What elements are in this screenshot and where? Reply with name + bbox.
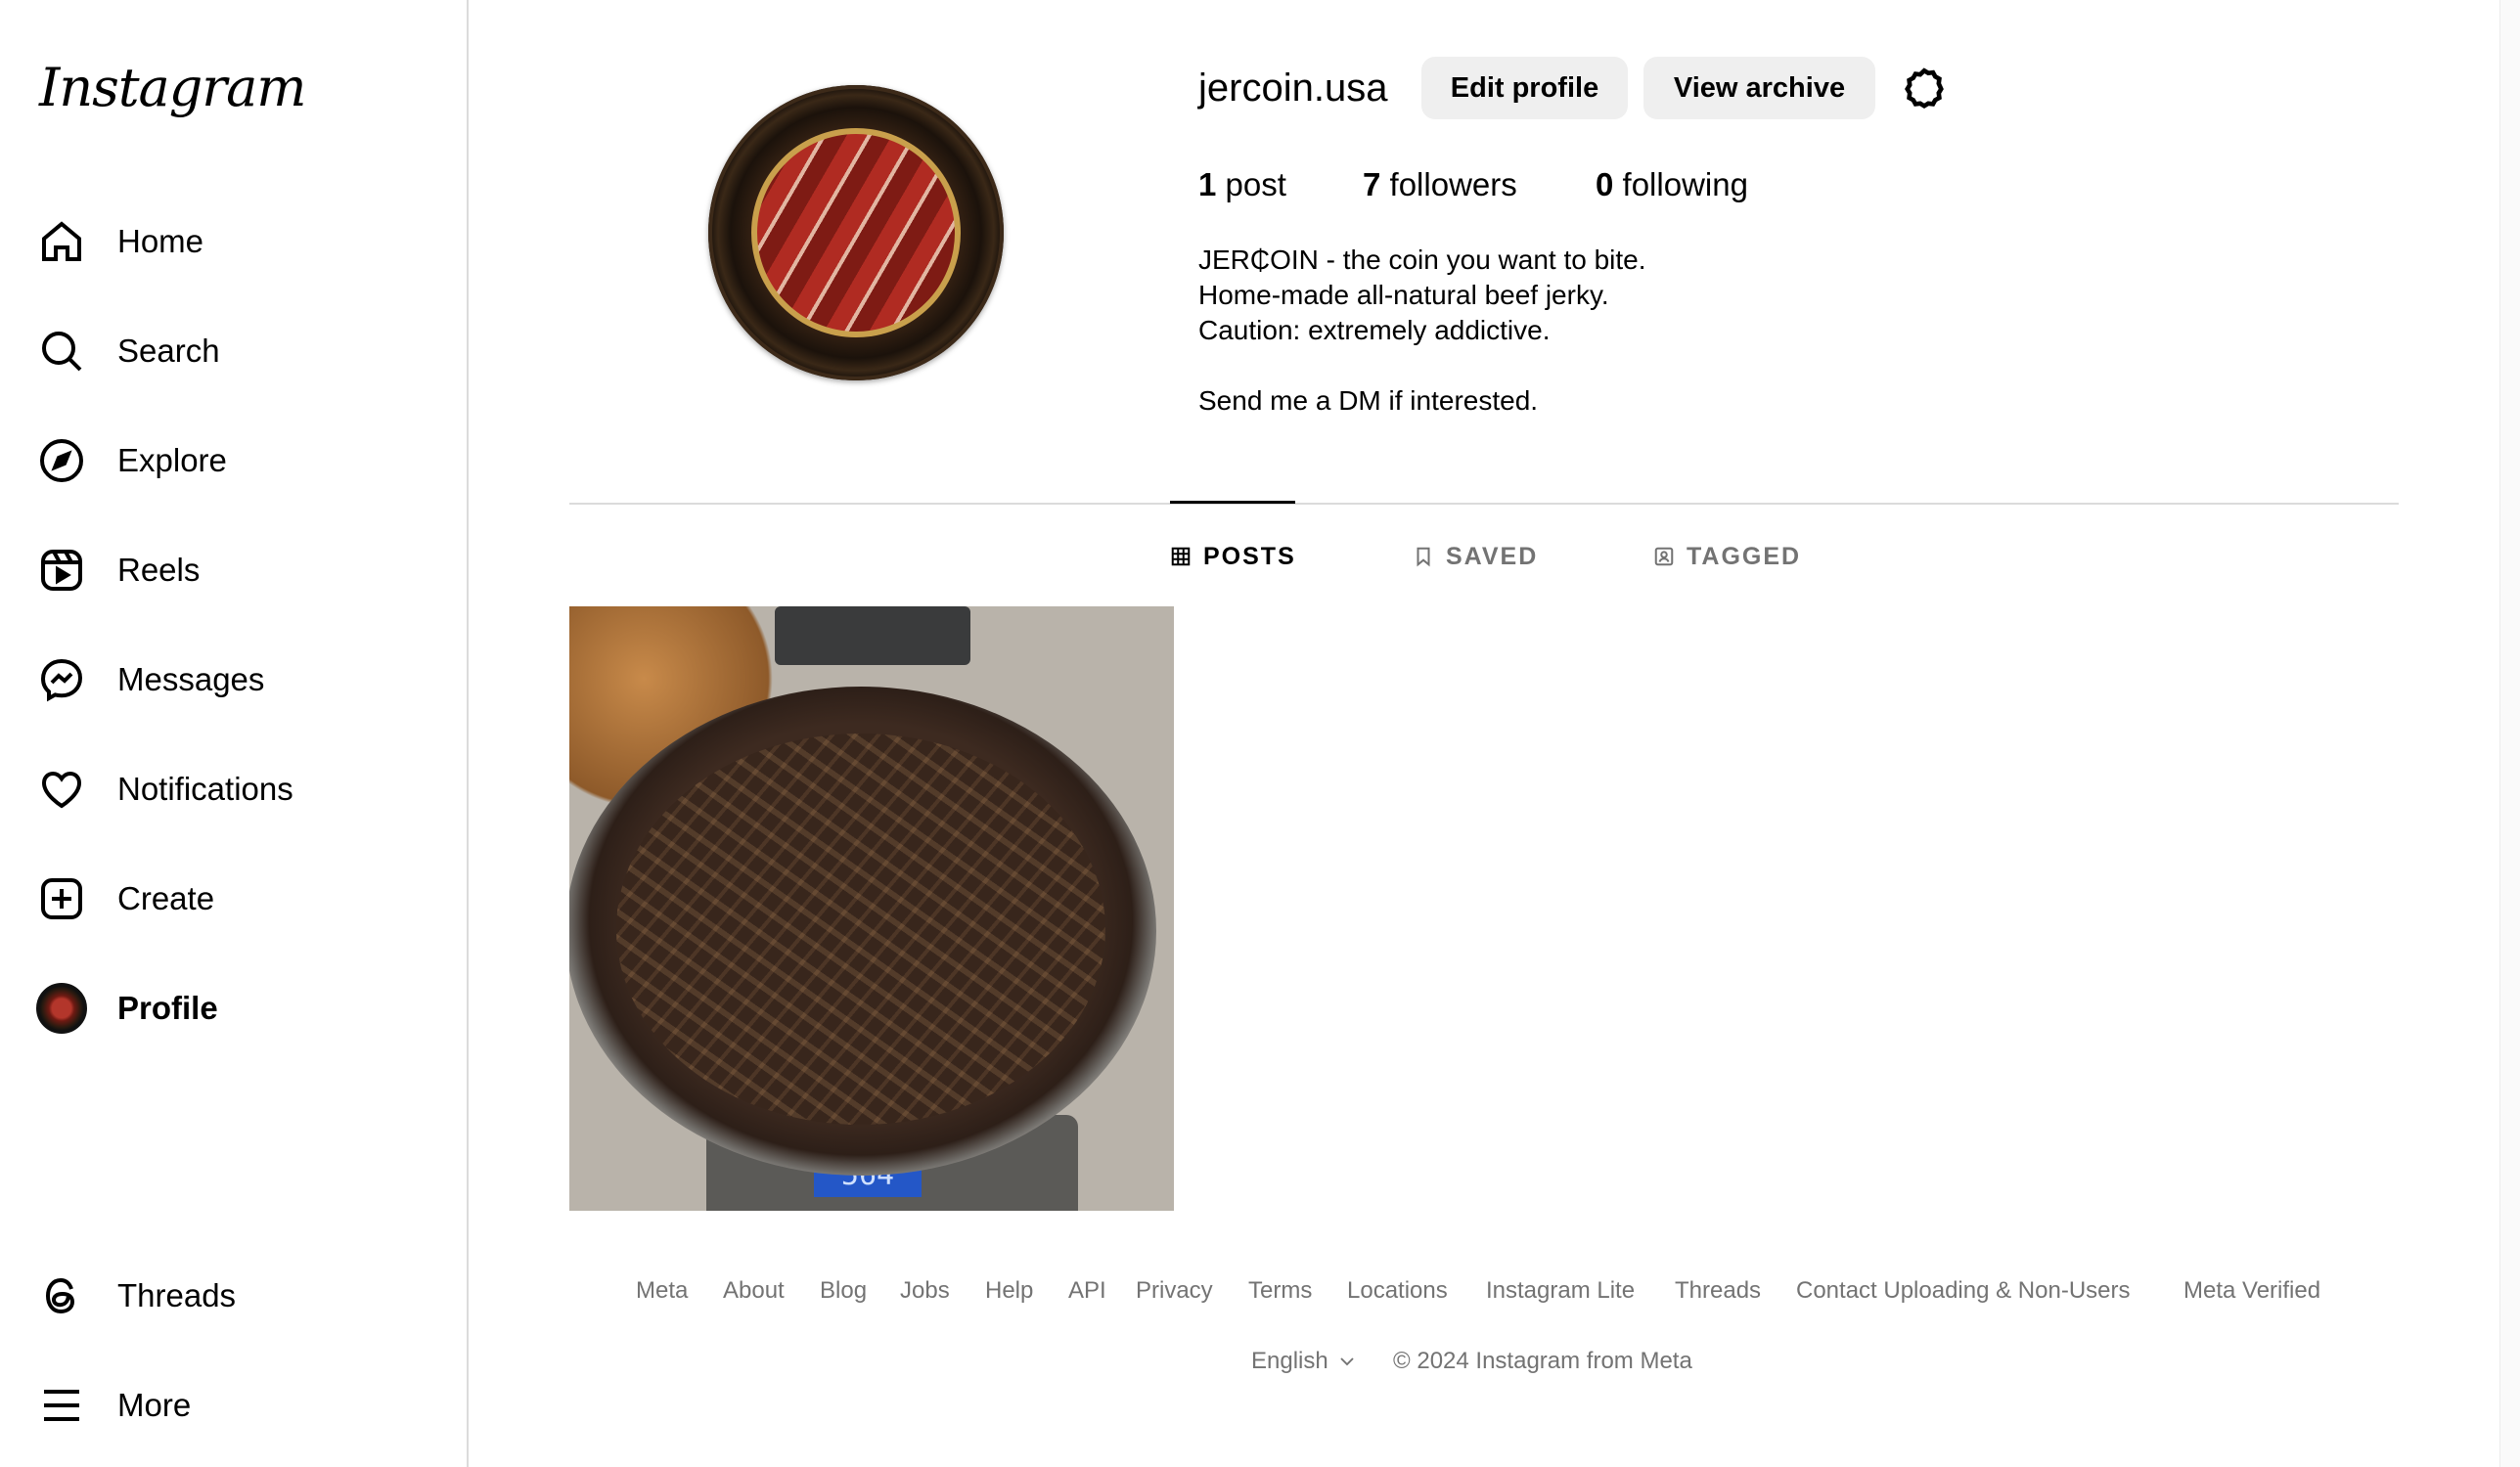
heart-icon — [35, 763, 88, 816]
posts-count-value: 1 — [1198, 166, 1217, 202]
bio-line: Send me a DM if interested. — [1198, 385, 1539, 416]
bio-line: Caution: extremely addictive. — [1198, 315, 1551, 345]
footer-links: Meta About Blog Jobs Help API Privacy Te… — [0, 1277, 2520, 1307]
tabs-divider — [569, 503, 2399, 505]
tab-label: TAGGED — [1687, 542, 1802, 570]
footer-link[interactable]: Privacy — [1136, 1277, 1213, 1305]
home-icon — [35, 215, 88, 268]
followers-count-label: followers — [1389, 166, 1517, 202]
plus-square-icon — [35, 872, 88, 925]
footer-link[interactable]: Meta Verified — [2183, 1277, 2320, 1305]
tab-label: SAVED — [1446, 542, 1539, 570]
profile-username: jercoin.usa — [1198, 67, 1388, 110]
sidebar-item-label: More — [117, 1387, 192, 1423]
menu-icon — [35, 1379, 88, 1432]
compass-icon — [35, 434, 88, 487]
sidebar-item-label: Explore — [117, 442, 227, 478]
followers-count-value: 7 — [1363, 166, 1381, 202]
footer-link[interactable]: Jobs — [900, 1277, 950, 1305]
footer-link[interactable]: Threads — [1675, 1277, 1761, 1305]
tab-label: POSTS — [1203, 542, 1296, 570]
tagged-icon — [1654, 547, 1674, 566]
sidebar-item-label: Profile — [117, 990, 218, 1026]
sidebar-item-explore[interactable]: Explore — [35, 422, 446, 500]
post-thumbnail[interactable]: 564 — [569, 606, 1174, 1211]
bio-line: Home-made all-natural beef jerky. — [1198, 280, 1609, 310]
sidebar-item-label: Create — [117, 880, 215, 916]
sidebar-item-label: Search — [117, 333, 220, 369]
bookmark-icon — [1417, 547, 1430, 567]
footer-link[interactable]: About — [723, 1277, 785, 1305]
tab-posts[interactable]: POSTS — [1170, 540, 1296, 573]
instagram-logo[interactable]: Instagram — [39, 57, 306, 118]
grid-icon — [1171, 547, 1191, 566]
edit-profile-button[interactable]: Edit profile — [1421, 57, 1628, 119]
profile-avatar-image — [757, 134, 955, 332]
sidebar-item-notifications[interactable]: Notifications — [35, 750, 446, 828]
sidebar-item-label: Messages — [117, 661, 265, 697]
gear-icon[interactable] — [1900, 65, 1949, 113]
posts-count: 1 post — [1198, 166, 1286, 203]
profile-bio: JER₵OIN - the coin you want to bite. Hom… — [1198, 243, 1646, 419]
posts-count-label: post — [1225, 166, 1286, 202]
reels-icon — [35, 544, 88, 597]
followers-count[interactable]: 7 followers — [1363, 166, 1517, 203]
sidebar-item-label: Home — [117, 223, 204, 259]
footer-link[interactable]: Meta — [636, 1277, 688, 1305]
footer-link[interactable]: API — [1068, 1277, 1106, 1305]
avatar-wrapper — [35, 982, 88, 1035]
profile-avatar[interactable] — [708, 85, 1004, 380]
sidebar-item-reels[interactable]: Reels — [35, 531, 446, 609]
view-archive-button[interactable]: View archive — [1643, 57, 1875, 119]
sidebar-item-search[interactable]: Search — [35, 312, 446, 390]
footer-link[interactable]: Help — [985, 1277, 1033, 1305]
following-count[interactable]: 0 following — [1596, 166, 1748, 203]
copyright: © 2024 Instagram from Meta — [1393, 1348, 1692, 1374]
scrollbar[interactable] — [2499, 0, 2520, 1467]
language-select[interactable]: English — [1251, 1348, 1356, 1375]
tab-tagged[interactable]: TAGGED — [1653, 540, 1801, 573]
sidebar-item-messages[interactable]: Messages — [35, 641, 446, 719]
bio-line — [1198, 348, 1646, 383]
sidebar: Instagram Home Search Explore Reels Mess… — [0, 0, 469, 1467]
sidebar-item-label: Notifications — [117, 771, 293, 807]
messenger-icon — [35, 653, 88, 706]
bio-line: JER₵OIN - the coin you want to bite. — [1198, 244, 1646, 275]
sidebar-item-label: Reels — [117, 552, 201, 588]
beef-jerky-image-part — [616, 734, 1105, 1125]
tab-saved[interactable]: SAVED — [1413, 540, 1538, 573]
footer-link[interactable]: Terms — [1248, 1277, 1312, 1305]
avatar — [36, 983, 87, 1034]
sidebar-item-more[interactable]: More — [35, 1366, 446, 1445]
footer-link[interactable]: Locations — [1347, 1277, 1448, 1305]
sidebar-item-create[interactable]: Create — [35, 860, 446, 938]
image-background-object — [775, 606, 970, 665]
footer-link[interactable]: Instagram Lite — [1486, 1277, 1635, 1305]
following-count-value: 0 — [1596, 166, 1614, 202]
language-label: English — [1251, 1348, 1328, 1374]
sidebar-item-home[interactable]: Home — [35, 202, 446, 281]
footer-link[interactable]: Contact Uploading & Non-Users — [1796, 1277, 2131, 1305]
following-count-label: following — [1622, 166, 1748, 202]
active-tab-indicator — [1170, 501, 1295, 504]
footer-link[interactable]: Blog — [820, 1277, 867, 1305]
chevron-down-icon — [1340, 1357, 1354, 1366]
search-icon — [35, 325, 88, 378]
sidebar-item-profile[interactable]: Profile — [35, 969, 446, 1047]
